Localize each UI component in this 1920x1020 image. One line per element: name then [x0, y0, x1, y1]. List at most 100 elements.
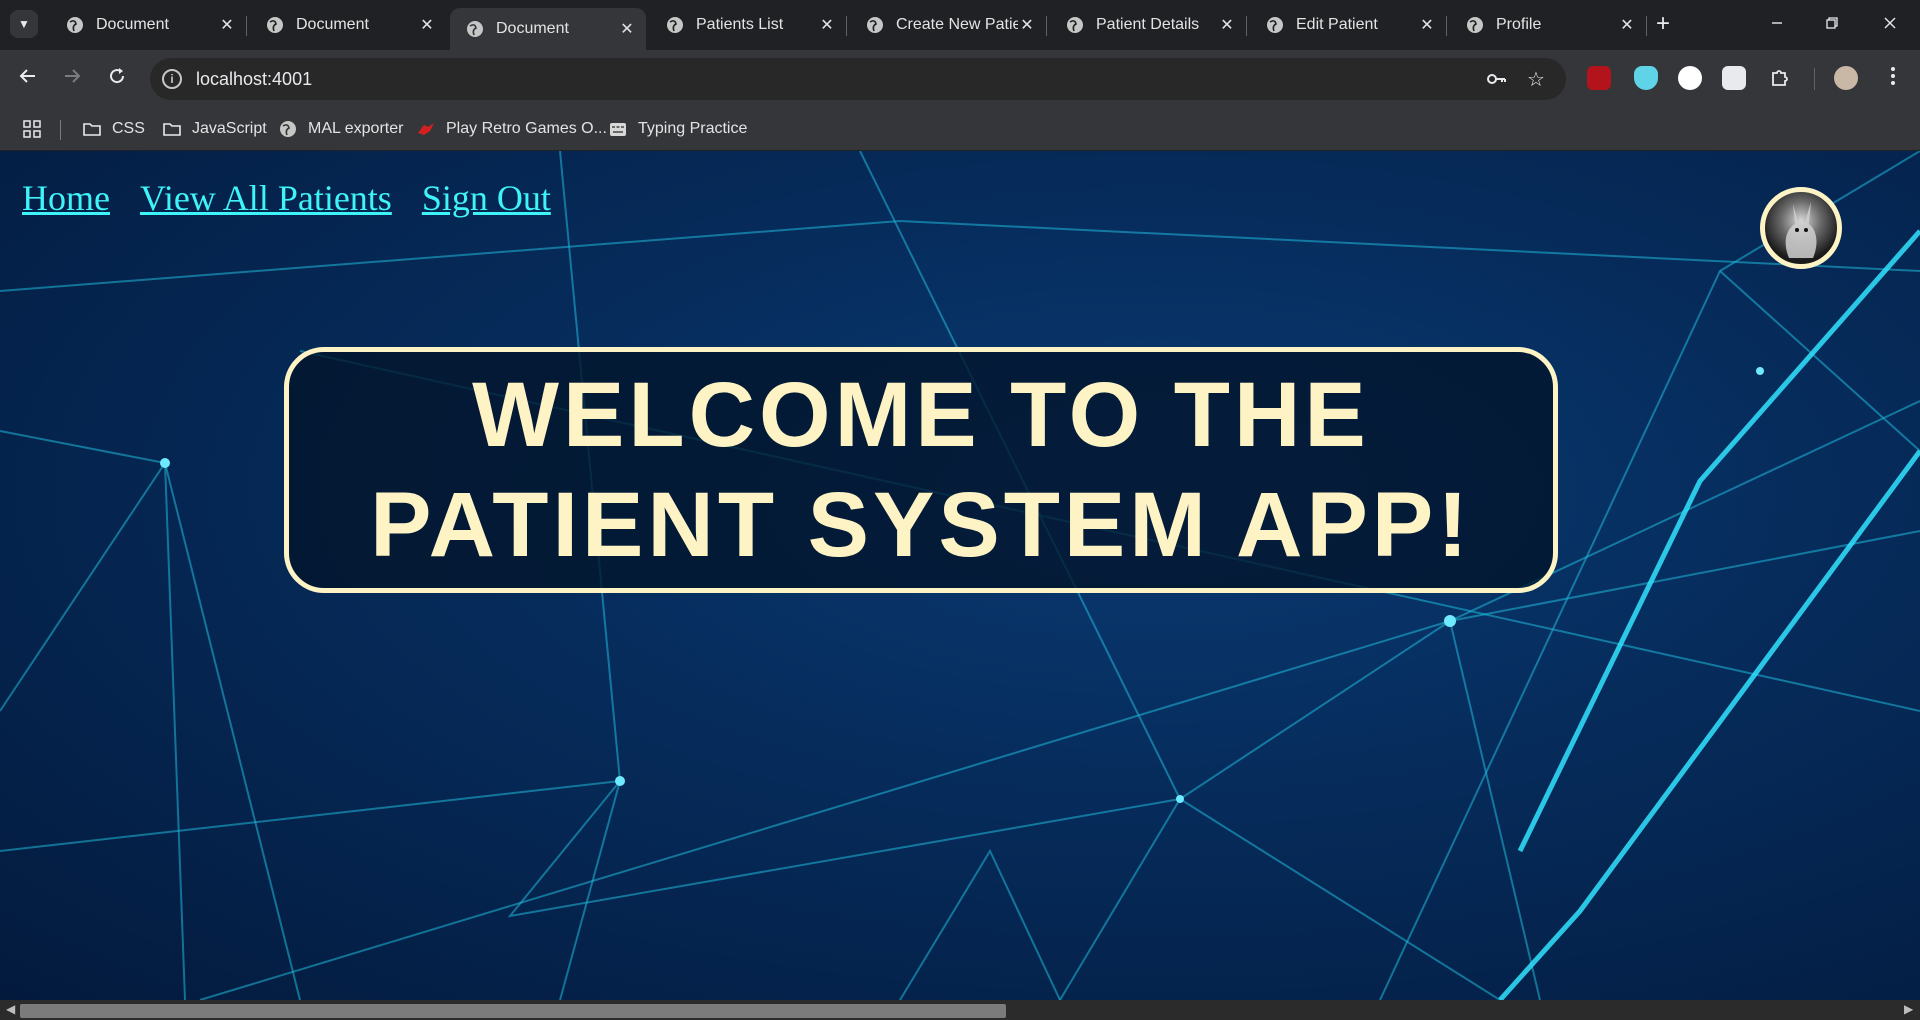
grid-icon — [23, 120, 41, 138]
bookmark-label: JavaScript — [192, 120, 267, 137]
page-content: Home View All Patients Sign Out WELCOME … — [0, 151, 1920, 1000]
arrow-right-icon — [65, 69, 81, 83]
tab[interactable]: Document ✕ — [50, 8, 246, 42]
globe-icon — [1067, 17, 1083, 33]
welcome-line-1: WELCOME TO THE — [472, 364, 1370, 466]
arrow-left-icon — [19, 69, 35, 83]
close-window-button[interactable] — [1870, 10, 1910, 38]
tab-divider — [1446, 16, 1447, 36]
welcome-banner: WELCOME TO THE PATIENT SYSTEM APP! — [284, 347, 1558, 593]
globe-icon — [867, 17, 883, 33]
close-icon[interactable]: ✕ — [418, 15, 436, 35]
minimize-icon — [1772, 22, 1782, 24]
bookmark-typing-practice[interactable]: Typing Practice — [608, 117, 747, 141]
tab[interactable]: Document ✕ — [250, 8, 446, 42]
tab[interactable]: Create New Patie ✕ — [850, 8, 1046, 42]
info-icon[interactable]: i — [162, 69, 182, 89]
tab-active[interactable]: Document ✕ — [450, 8, 646, 50]
toolbar-divider — [1814, 68, 1815, 90]
bookmarks-divider — [60, 120, 61, 140]
close-icon[interactable]: ✕ — [818, 15, 836, 35]
tab-search-button[interactable]: ▼ — [10, 10, 38, 38]
globe-icon — [1267, 17, 1283, 33]
close-icon[interactable]: ✕ — [1018, 15, 1036, 35]
forward-button[interactable] — [57, 64, 87, 94]
bookmark-label: MAL exporter — [308, 120, 404, 137]
tab-divider — [1246, 16, 1247, 36]
bookmark-label: CSS — [112, 120, 145, 137]
address-bar[interactable]: i localhost:4001 ☆ — [150, 58, 1566, 100]
close-icon[interactable]: ✕ — [1618, 15, 1636, 35]
scroll-left-icon[interactable]: ◀ — [6, 1002, 15, 1016]
scrollbar-thumb[interactable] — [20, 1004, 1006, 1018]
tab-title: Patient Details — [1096, 16, 1200, 33]
user-avatar[interactable] — [1760, 187, 1842, 269]
apps-button[interactable] — [22, 117, 52, 141]
bookmark-mal-exporter[interactable]: MAL exporter — [278, 117, 403, 141]
plus-icon: + — [1655, 10, 1670, 37]
horizontal-scrollbar[interactable]: ◀ ▶ — [0, 1000, 1920, 1020]
main-nav: Home View All Patients Sign Out — [22, 177, 551, 219]
bookmark-css[interactable]: CSS — [82, 117, 145, 141]
tab-title: Patients List — [696, 16, 784, 33]
ublock-icon[interactable] — [1587, 66, 1611, 90]
globe-icon — [667, 17, 683, 33]
tab[interactable]: Edit Patient ✕ — [1250, 8, 1446, 42]
tab-divider — [1046, 16, 1047, 36]
tab-divider — [846, 16, 847, 36]
browser-toolbar: i localhost:4001 ☆ — [0, 50, 1920, 108]
new-tab-button[interactable]: + — [1650, 11, 1676, 37]
scroll-right-icon[interactable]: ▶ — [1904, 1002, 1913, 1016]
chevron-down-icon: ▼ — [18, 17, 30, 31]
game-icon — [418, 123, 434, 135]
tab[interactable]: Patients List ✕ — [650, 8, 846, 42]
globe-icon — [280, 121, 296, 137]
close-icon[interactable]: ✕ — [1418, 15, 1436, 35]
restore-icon — [1826, 17, 1838, 29]
welcome-heading: WELCOME TO THE PATIENT SYSTEM APP! — [370, 360, 1472, 580]
close-icon[interactable]: ✕ — [1218, 15, 1236, 35]
restore-button[interactable] — [1812, 10, 1852, 38]
tab-divider — [246, 16, 247, 36]
star-icon[interactable]: ☆ — [1524, 68, 1548, 92]
key-icon[interactable] — [1484, 68, 1508, 92]
nav-view-all-patients-link[interactable]: View All Patients — [140, 177, 392, 219]
shield-extension-icon[interactable] — [1634, 66, 1658, 90]
globe-icon — [467, 21, 483, 37]
tab-divider — [1646, 16, 1647, 36]
reload-button[interactable] — [102, 64, 132, 94]
bookmark-retro-games[interactable]: Play Retro Games O... — [416, 117, 607, 141]
tab[interactable]: Profile ✕ — [1450, 8, 1646, 42]
glasses-extension-icon[interactable] — [1722, 66, 1746, 90]
close-icon — [1884, 17, 1896, 29]
back-button[interactable] — [13, 64, 43, 94]
folder-icon — [163, 123, 181, 136]
keyboard-icon — [610, 123, 626, 136]
bookmark-javascript[interactable]: JavaScript — [162, 117, 267, 141]
more-vert-icon — [1891, 67, 1895, 85]
tab[interactable]: Patient Details ✕ — [1050, 8, 1246, 42]
menu-button[interactable] — [1878, 64, 1908, 94]
tab-title: Edit Patient — [1296, 16, 1378, 33]
puzzle-icon[interactable] — [1768, 66, 1792, 90]
nav-home-link[interactable]: Home — [22, 177, 110, 219]
globe-icon — [67, 17, 83, 33]
tab-title: Profile — [1496, 16, 1542, 33]
bookmarks-bar: CSS JavaScript MAL exporter Play Retro G… — [0, 108, 1920, 151]
nav-sign-out-link[interactable]: Sign Out — [422, 177, 551, 219]
close-icon[interactable]: ✕ — [218, 15, 236, 35]
close-icon[interactable]: ✕ — [618, 19, 636, 39]
profile-avatar-icon[interactable] — [1834, 66, 1858, 90]
tab-title: Document — [96, 16, 169, 33]
url-text[interactable]: localhost:4001 — [196, 69, 312, 90]
avatar-image — [1785, 202, 1817, 258]
tab-title: Create New Patie — [896, 16, 1018, 33]
reload-icon — [110, 68, 125, 84]
tab-title: Document — [296, 16, 369, 33]
tab-strip: ▼ Document ✕ Document ✕ Document ✕ Patie… — [0, 0, 1920, 50]
minimize-button[interactable] — [1757, 10, 1797, 38]
globe-icon — [1467, 17, 1483, 33]
folder-icon — [83, 123, 101, 136]
extension-icon[interactable] — [1678, 66, 1702, 90]
welcome-line-2: PATIENT SYSTEM APP! — [370, 474, 1472, 576]
